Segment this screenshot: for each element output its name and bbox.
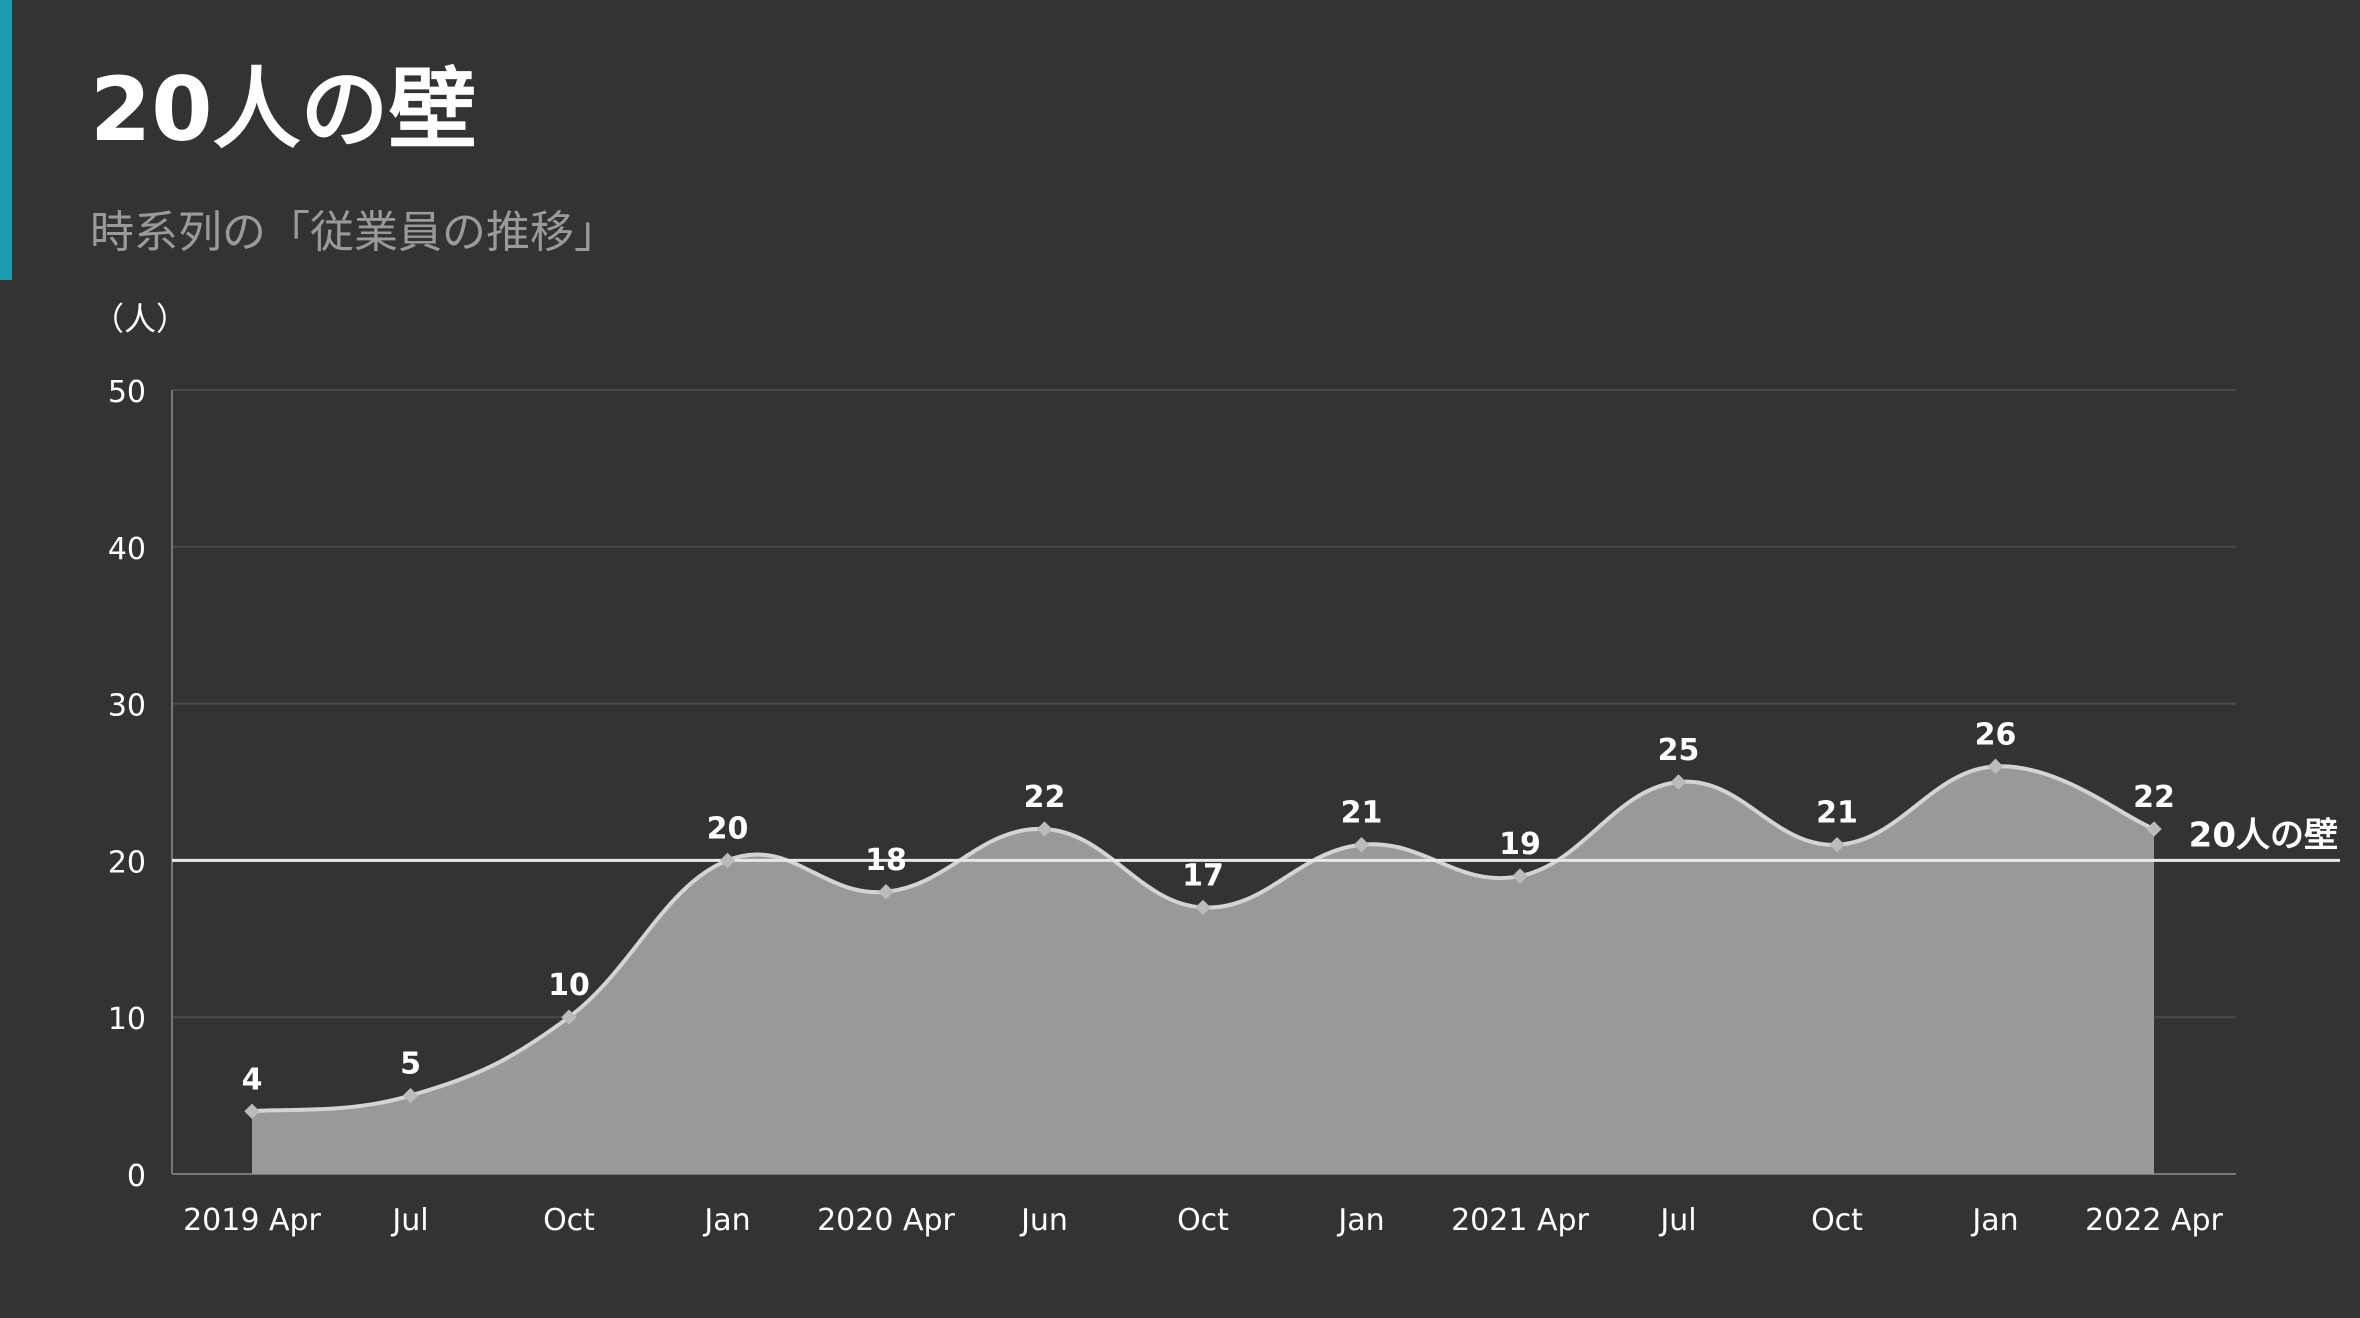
data-label: 17 [1182,858,1224,893]
data-label: 4 [242,1062,263,1097]
area-fill [252,766,2154,1174]
y-tick-label: 10 [108,1002,146,1037]
data-label: 5 [400,1047,421,1082]
y-unit-label: （人） [92,300,188,338]
y-tick-label: 0 [127,1159,146,1194]
data-label: 10 [548,968,590,1003]
x-tick-label: 2020 Apr [817,1203,955,1238]
data-label: 26 [1975,717,2017,752]
employee-area-chart: 0 10 20 30 40 50 （人） 20人の壁 4 5 10 20 18 22 17 21 19 25 21 2… [92,300,2340,1238]
x-tick-label: Jan [1336,1203,1384,1238]
threshold-label: 20人の壁 [2189,815,2338,855]
x-tick-label: Jul [390,1203,428,1238]
data-label: 22 [2133,780,2175,815]
data-label: 20 [707,811,749,846]
x-tick-label: 2021 Apr [1451,1203,1589,1238]
data-label: 18 [865,843,907,878]
y-tick-label: 20 [108,845,146,880]
data-label: 21 [1341,796,1383,831]
x-tick-label: 2019 Apr [183,1203,321,1238]
x-tick-label: Jul [1658,1203,1696,1238]
y-tick-label: 40 [108,532,146,567]
x-tick-label: Jan [702,1203,750,1238]
data-label: 22 [1024,780,1066,815]
y-tick-label: 50 [108,375,146,410]
x-tick-label: Oct [543,1203,595,1238]
x-tick-label: Jan [1970,1203,2018,1238]
x-tick-label: Jun [1019,1203,1068,1238]
y-tick-label: 30 [108,689,146,724]
data-label: 19 [1499,827,1541,862]
data-label: 25 [1658,733,1700,768]
data-label: 21 [1816,796,1858,831]
x-tick-label: Oct [1177,1203,1229,1238]
x-tick-label: 2022 Apr [2085,1203,2223,1238]
x-tick-label: Oct [1811,1203,1863,1238]
